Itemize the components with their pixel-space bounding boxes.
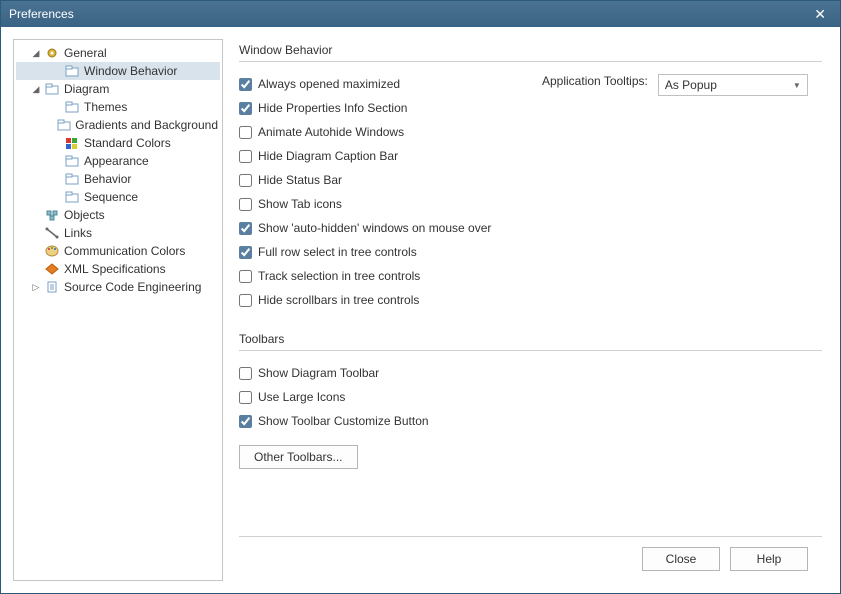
- tree-node-objects[interactable]: Objects: [16, 206, 220, 224]
- window-title: Preferences: [9, 7, 74, 21]
- checkbox-hide-scrollbars[interactable]: [239, 294, 252, 307]
- checkbox-label[interactable]: Use Large Icons: [258, 390, 345, 404]
- checkbox-label[interactable]: Show Toolbar Customize Button: [258, 414, 429, 428]
- tree-label: Communication Colors: [64, 244, 185, 258]
- tooltips-combo[interactable]: As Popup ▼: [658, 74, 808, 96]
- checkbox-show-toolbar-customize[interactable]: [239, 415, 252, 428]
- tree-node-gradients[interactable]: Gradients and Background: [16, 116, 220, 134]
- checkbox-label[interactable]: Show Diagram Toolbar: [258, 366, 379, 380]
- checkbox-hide-status[interactable]: [239, 174, 252, 187]
- tree-node-themes[interactable]: Themes: [16, 98, 220, 116]
- checkbox-label[interactable]: Show 'auto-hidden' windows on mouse over: [258, 221, 491, 235]
- folder-icon: [64, 100, 80, 114]
- links-icon: [44, 226, 60, 240]
- window-behavior-checkboxes: Always opened maximized Hide Properties …: [239, 72, 542, 312]
- chevron-down-icon: ▼: [793, 81, 801, 90]
- checkbox-label[interactable]: Full row select in tree controls: [258, 245, 417, 259]
- combo-value: As Popup: [665, 78, 717, 92]
- checkbox-label[interactable]: Track selection in tree controls: [258, 269, 420, 283]
- checkbox-label[interactable]: Always opened maximized: [258, 77, 400, 91]
- tree-node-window-behavior[interactable]: Window Behavior: [16, 62, 220, 80]
- folder-icon: [64, 64, 80, 78]
- tree-node-sequence[interactable]: Sequence: [16, 188, 220, 206]
- main-panel: Window Behavior Always opened maximized …: [233, 39, 828, 536]
- checkbox-full-row-select[interactable]: [239, 246, 252, 259]
- checkbox-hide-properties[interactable]: [239, 102, 252, 115]
- dialog-body: ◢ General Window Behavior ◢ Diagram Them…: [1, 27, 840, 593]
- document-icon: [44, 280, 60, 294]
- checkbox-show-tab-icons[interactable]: [239, 198, 252, 211]
- section-window-behavior: Window Behavior: [239, 43, 822, 62]
- dialog-footer: Close Help: [239, 536, 822, 581]
- preferences-window: Preferences ✕ ◢ General Window Behavior …: [0, 0, 841, 594]
- expand-icon[interactable]: ▷: [30, 282, 42, 293]
- tree-label: Appearance: [84, 154, 149, 168]
- close-icon[interactable]: ✕: [808, 4, 832, 25]
- checkbox-track-selection[interactable]: [239, 270, 252, 283]
- titlebar: Preferences ✕: [1, 1, 840, 27]
- tree-node-diagram[interactable]: ◢ Diagram: [16, 80, 220, 98]
- tree-node-general[interactable]: ◢ General: [16, 44, 220, 62]
- tree-label: General: [64, 46, 107, 60]
- folder-icon: [64, 190, 80, 204]
- checkbox-label[interactable]: Hide Properties Info Section: [258, 101, 407, 115]
- tree-node-source-code[interactable]: ▷ Source Code Engineering: [16, 278, 220, 296]
- tree-label: Diagram: [64, 82, 109, 96]
- gear-icon: [44, 46, 60, 60]
- tree-label: Source Code Engineering: [64, 280, 201, 294]
- checkbox-label[interactable]: Animate Autohide Windows: [258, 125, 404, 139]
- tree-node-appearance[interactable]: Appearance: [16, 152, 220, 170]
- folder-icon: [44, 82, 60, 96]
- tooltips-label: Application Tooltips:: [542, 74, 648, 88]
- other-toolbars-button[interactable]: Other Toolbars...: [239, 445, 358, 469]
- checkbox-label[interactable]: Show Tab icons: [258, 197, 342, 211]
- checkbox-animate-autohide[interactable]: [239, 126, 252, 139]
- tree-label: Themes: [84, 100, 127, 114]
- tree-label: Window Behavior: [84, 64, 177, 78]
- folder-icon: [64, 172, 80, 186]
- help-button[interactable]: Help: [730, 547, 808, 571]
- checkbox-show-diagram-toolbar[interactable]: [239, 367, 252, 380]
- tree-label: Behavior: [84, 172, 131, 186]
- checkbox-use-large-icons[interactable]: [239, 391, 252, 404]
- objects-icon: [44, 208, 60, 222]
- tree-label: Gradients and Background: [75, 118, 218, 132]
- checkbox-label[interactable]: Hide Diagram Caption Bar: [258, 149, 398, 163]
- tree-node-xml-spec[interactable]: XML Specifications: [16, 260, 220, 278]
- xml-icon: [44, 262, 60, 276]
- tree-label: Links: [64, 226, 92, 240]
- checkbox-label[interactable]: Hide scrollbars in tree controls: [258, 293, 419, 307]
- tree-label: Standard Colors: [84, 136, 171, 150]
- tree-label: Objects: [64, 208, 105, 222]
- checkbox-always-maximized[interactable]: [239, 78, 252, 91]
- checkbox-hide-caption[interactable]: [239, 150, 252, 163]
- folder-icon: [64, 154, 80, 168]
- tree-node-behavior[interactable]: Behavior: [16, 170, 220, 188]
- tree-label: XML Specifications: [64, 262, 166, 276]
- close-button[interactable]: Close: [642, 547, 720, 571]
- preferences-tree[interactable]: ◢ General Window Behavior ◢ Diagram Them…: [13, 39, 223, 581]
- tree-node-comm-colors[interactable]: Communication Colors: [16, 242, 220, 260]
- checkbox-show-autohidden[interactable]: [239, 222, 252, 235]
- content-area: Window Behavior Always opened maximized …: [233, 39, 828, 581]
- collapse-icon[interactable]: ◢: [30, 48, 42, 59]
- section-toolbars: Toolbars: [239, 332, 822, 351]
- tree-label: Sequence: [84, 190, 138, 204]
- palette-icon: [44, 244, 60, 258]
- folder-icon: [57, 118, 71, 132]
- colors-icon: [64, 136, 80, 150]
- collapse-icon[interactable]: ◢: [30, 84, 42, 95]
- checkbox-label[interactable]: Hide Status Bar: [258, 173, 342, 187]
- tree-node-standard-colors[interactable]: Standard Colors: [16, 134, 220, 152]
- tree-node-links[interactable]: Links: [16, 224, 220, 242]
